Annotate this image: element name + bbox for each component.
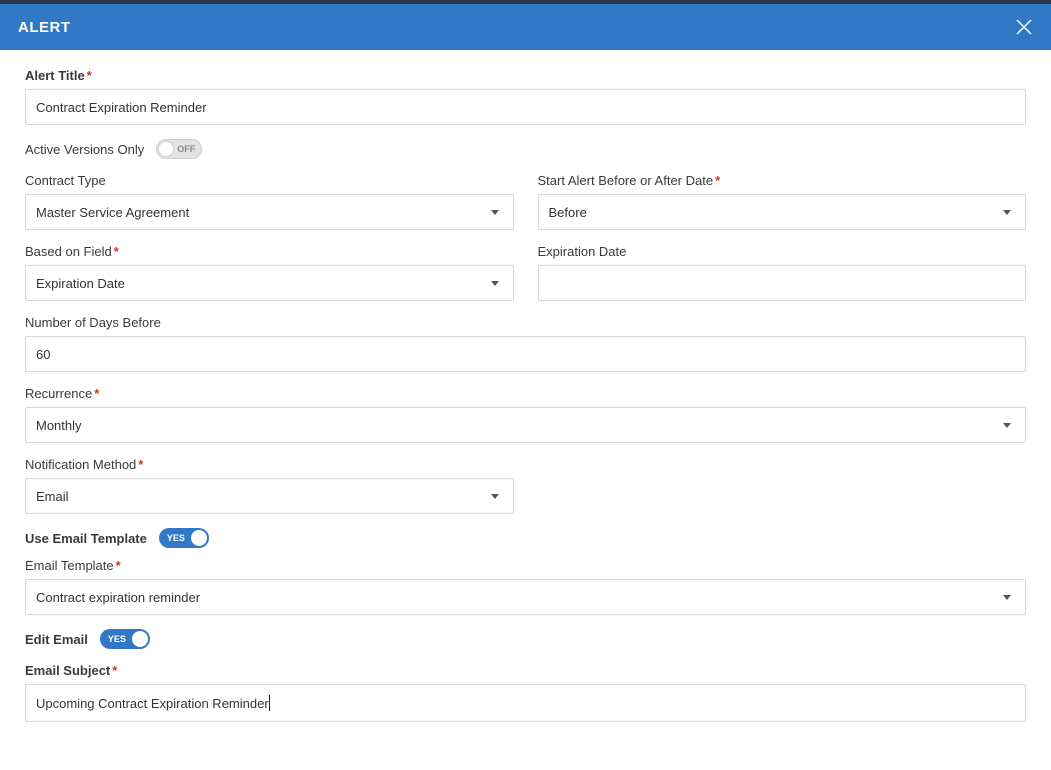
chevron-down-icon (1003, 595, 1011, 600)
required-indicator: * (138, 457, 143, 472)
email-template-select[interactable]: Contract expiration reminder (25, 579, 1026, 615)
start-alert-select[interactable]: Before (538, 194, 1027, 230)
num-days-label: Number of Days Before (25, 315, 161, 330)
required-indicator: * (112, 663, 117, 678)
required-indicator: * (715, 173, 720, 188)
use-email-template-label: Use Email Template (25, 531, 147, 546)
edit-email-toggle[interactable]: YES (100, 629, 150, 649)
notification-method-label: Notification Method* (25, 457, 143, 472)
email-subject-input[interactable]: Upcoming Contract Expiration Reminder (25, 684, 1026, 722)
chevron-down-icon (491, 210, 499, 215)
contract-type-select[interactable]: Master Service Agreement (25, 194, 514, 230)
edit-email-label: Edit Email (25, 632, 88, 647)
toggle-yes-label: YES (167, 533, 185, 543)
dialog-body: Alert Title* Contract Expiration Reminde… (0, 50, 1051, 732)
expiration-date-input[interactable] (538, 265, 1027, 301)
required-indicator: * (114, 244, 119, 259)
active-versions-label: Active Versions Only (25, 142, 144, 157)
alert-title-label: Alert Title* (25, 68, 92, 83)
required-indicator: * (116, 558, 121, 573)
based-on-field-label: Based on Field* (25, 244, 119, 259)
chevron-down-icon (491, 281, 499, 286)
email-subject-label: Email Subject* (25, 663, 117, 678)
toggle-knob (158, 141, 174, 157)
dialog-title: ALERT (18, 19, 71, 36)
recurrence-label: Recurrence* (25, 386, 99, 401)
chevron-down-icon (1003, 423, 1011, 428)
based-on-field-select[interactable]: Expiration Date (25, 265, 514, 301)
contract-type-label: Contract Type (25, 173, 106, 188)
required-indicator: * (87, 68, 92, 83)
recurrence-select[interactable]: Monthly (25, 407, 1026, 443)
chevron-down-icon (491, 494, 499, 499)
start-alert-label: Start Alert Before or After Date* (538, 173, 721, 188)
expiration-date-label: Expiration Date (538, 244, 627, 259)
chevron-down-icon (1003, 210, 1011, 215)
toggle-yes-label: YES (108, 634, 126, 644)
toggle-off-label: OFF (177, 144, 195, 154)
notification-method-select[interactable]: Email (25, 478, 514, 514)
toggle-knob (132, 631, 148, 647)
dialog-header: ALERT (0, 4, 1051, 50)
active-versions-toggle[interactable]: OFF (156, 139, 202, 159)
use-email-template-toggle[interactable]: YES (159, 528, 209, 548)
required-indicator: * (94, 386, 99, 401)
email-template-label: Email Template* (25, 558, 121, 573)
toggle-knob (191, 530, 207, 546)
num-days-input[interactable]: 60 (25, 336, 1026, 372)
alert-title-input[interactable]: Contract Expiration Reminder (25, 89, 1026, 125)
close-icon[interactable] (1015, 18, 1033, 36)
